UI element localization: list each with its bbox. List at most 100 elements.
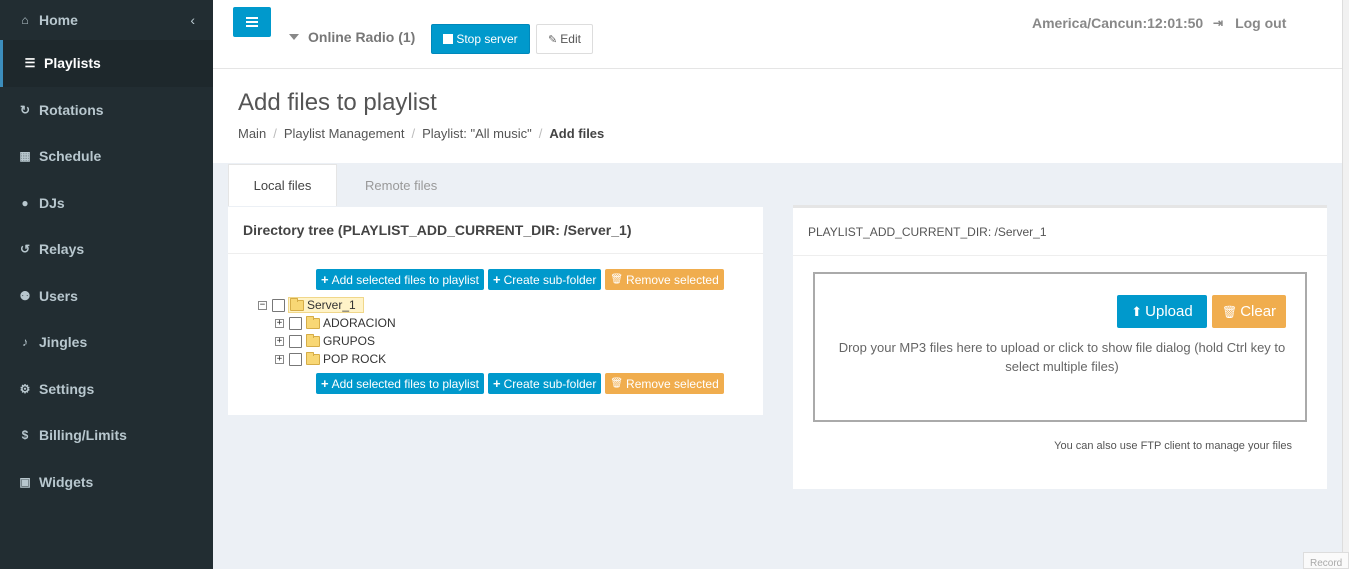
file-drop-zone[interactable]: ⬆ Upload 🗑 Clear Drop your MP3 files her…	[813, 272, 1307, 422]
breadcrumb-playlist-management[interactable]: Playlist Management	[284, 126, 405, 141]
sidebar-item-playlists[interactable]: ☰ Playlists	[0, 40, 213, 87]
list-icon: ☰	[24, 56, 36, 71]
folder-icon	[306, 351, 320, 365]
tree-node-root: − Server_1	[258, 296, 396, 314]
sidebar-item-label: DJs	[39, 194, 65, 211]
sidebar-item-home[interactable]: ⌂ Home ‹	[0, 0, 213, 40]
top-header: Online Radio (1) Stop server ✎ Edit Amer…	[213, 0, 1342, 68]
tree-checkbox[interactable]	[289, 334, 302, 348]
menu-toggle-button[interactable]	[233, 7, 271, 37]
sidebar-item-label: Billing/Limits	[39, 427, 127, 444]
breadcrumb-main[interactable]: Main	[238, 126, 266, 141]
remove-selected-button[interactable]: 🗑 Remove selected	[605, 373, 724, 394]
home-icon: ⌂	[21, 13, 29, 27]
sidebar-item-billing[interactable]: $ Billing/Limits	[0, 412, 213, 459]
sidebar-item-djs[interactable]: ● DJs	[0, 180, 213, 227]
sidebar-item-widgets[interactable]: ▣ Widgets	[0, 459, 213, 506]
sidebar-item-rotations[interactable]: ↻ Rotations	[0, 87, 213, 134]
refresh-icon: ↻	[19, 102, 31, 117]
edit-label: Edit	[560, 32, 581, 46]
stop-server-label: Stop server	[456, 32, 518, 46]
gears-icon: ⚙	[19, 381, 31, 396]
stop-server-button[interactable]: Stop server	[431, 24, 530, 54]
tree-checkbox[interactable]	[289, 352, 302, 366]
tree-node-text: GRUPOS	[323, 334, 376, 348]
create-sub-folder-label: Create sub-folder	[503, 272, 597, 287]
remove-selected-label: Remove selected	[626, 272, 719, 287]
stop-icon	[443, 34, 454, 44]
sidebar-item-label: Playlists	[44, 55, 101, 72]
hamburger-icon	[246, 17, 258, 19]
tree-node-text: POP ROCK	[323, 352, 387, 366]
create-sub-folder-button[interactable]: + Create sub-folder	[488, 269, 602, 290]
add-selected-label: Add selected files to playlist	[331, 272, 480, 287]
gift-icon: ▣	[19, 474, 31, 489]
sidebar-item-label: Widgets	[39, 473, 94, 490]
breadcrumb-separator: /	[273, 126, 277, 141]
sign-out-icon: ⇥	[1213, 16, 1224, 30]
edit-server-button[interactable]: ✎ Edit	[536, 24, 593, 54]
tree-node-text: ADORACION	[323, 316, 396, 330]
tree-actions-bottom: + Add selected files to playlist + Creat…	[316, 373, 724, 394]
breadcrumb: Main / Playlist Management / Playlist: "…	[238, 126, 604, 141]
expand-node-icon[interactable]: +	[275, 336, 284, 346]
folder-icon	[306, 333, 320, 347]
collapse-node-icon[interactable]: −	[258, 300, 267, 310]
timezone-clock: America/Cancun:12:01:50	[1032, 15, 1204, 31]
tree-node-text: Server_1	[307, 298, 356, 312]
expand-node-icon[interactable]: +	[275, 318, 284, 328]
tree-node-label[interactable]: Server_1	[288, 297, 364, 313]
sidebar: ⌂ Home ‹ ☰ Playlists ↻ Rotations ▦ Sched…	[0, 0, 213, 569]
users-icon: ⚉	[19, 288, 31, 303]
collapse-icon[interactable]: ‹	[190, 12, 195, 28]
clear-label: Clear	[1240, 303, 1277, 320]
tree-checkbox[interactable]	[272, 298, 285, 312]
breadcrumb-playlist[interactable]: Playlist: "All music"	[422, 126, 532, 141]
remove-selected-label: Remove selected	[626, 376, 719, 391]
content-header: Add files to playlist Main / Playlist Ma…	[213, 68, 1342, 163]
page-scrollbar[interactable]	[1342, 0, 1349, 569]
breadcrumb-separator: /	[411, 126, 416, 141]
breadcrumb-separator: /	[538, 126, 543, 141]
breadcrumb-current: Add files	[549, 126, 605, 141]
ftp-note: You can also use FTP client to manage yo…	[1054, 440, 1292, 452]
tree-node-label[interactable]: ADORACION	[306, 315, 396, 330]
logout-label: Log out	[1235, 15, 1287, 31]
user-icon: ●	[21, 195, 29, 210]
tree-node-label[interactable]: POP ROCK	[306, 351, 387, 366]
sidebar-item-label: Settings	[39, 380, 95, 397]
directory-tree: − Server_1 + ADORACION + GRUPOS + POP RO…	[258, 296, 396, 368]
sidebar-item-jingles[interactable]: ♪ Jingles	[0, 319, 213, 366]
tree-checkbox[interactable]	[289, 316, 302, 330]
plus-icon: +	[493, 272, 501, 287]
sidebar-item-label: Home	[39, 12, 78, 28]
logout-link[interactable]: ⇥ Log out	[1213, 15, 1286, 31]
create-sub-folder-button[interactable]: + Create sub-folder	[488, 373, 602, 394]
sidebar-item-settings[interactable]: ⚙ Settings	[0, 366, 213, 413]
tree-node-label[interactable]: GRUPOS	[306, 333, 376, 348]
sidebar-item-users[interactable]: ⚉ Users	[0, 273, 213, 320]
bell-icon: ♪	[22, 335, 28, 350]
expand-node-icon[interactable]: +	[275, 354, 284, 364]
sidebar-item-schedule[interactable]: ▦ Schedule	[0, 133, 213, 180]
add-selected-files-button[interactable]: + Add selected files to playlist	[316, 269, 485, 290]
clear-button[interactable]: 🗑 Clear	[1212, 295, 1286, 328]
tab-remote-files[interactable]: Remote files	[337, 164, 465, 206]
calendar-icon: ▦	[19, 149, 31, 164]
plus-icon: +	[321, 376, 329, 391]
server-selector[interactable]: Online Radio (1)	[289, 29, 415, 45]
sidebar-item-label: Jingles	[39, 334, 88, 351]
drop-zone-instructions: Drop your MP3 files here to upload or cl…	[838, 340, 1286, 374]
upload-button[interactable]: ⬆ Upload	[1117, 295, 1207, 328]
caret-down-icon	[289, 34, 299, 40]
dollar-icon: $	[21, 428, 29, 443]
record-widget[interactable]: Record	[1303, 552, 1349, 569]
tree-node: + GRUPOS	[258, 332, 396, 350]
remove-selected-button[interactable]: 🗑 Remove selected	[605, 269, 724, 290]
tree-node: + ADORACION	[258, 314, 396, 332]
sidebar-item-relays[interactable]: ↺ Relays	[0, 226, 213, 273]
add-selected-files-button[interactable]: + Add selected files to playlist	[316, 373, 485, 394]
tab-local-files[interactable]: Local files	[228, 164, 337, 206]
directory-tree-panel: Directory tree (PLAYLIST_ADD_CURRENT_DIR…	[228, 207, 763, 415]
upload-panel-title: PLAYLIST_ADD_CURRENT_DIR: /Server_1	[793, 208, 1327, 256]
